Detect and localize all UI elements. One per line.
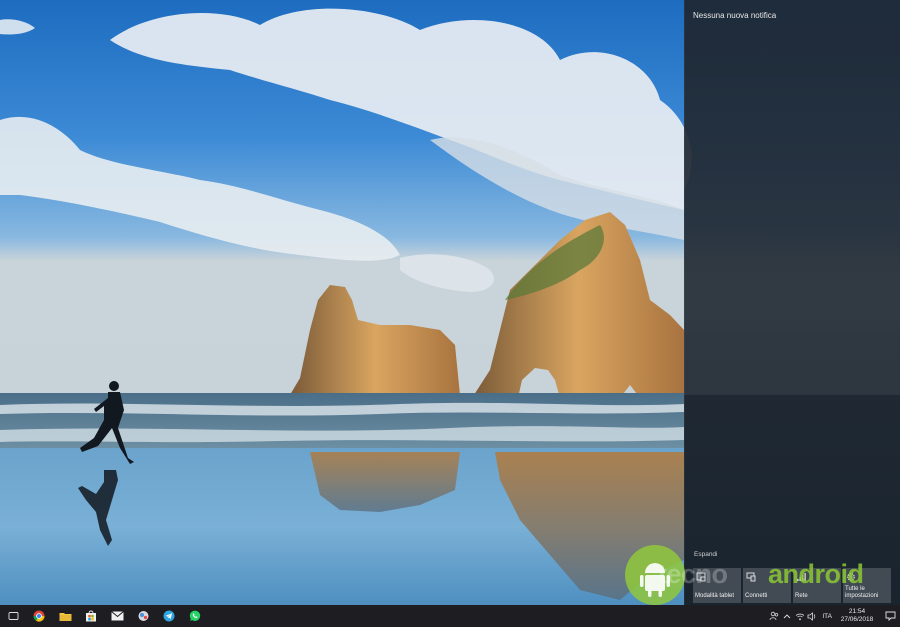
taskbar-app[interactable] — [130, 605, 156, 627]
connect-icon — [746, 572, 756, 582]
input-language[interactable]: ITA — [822, 613, 832, 620]
quick-action-tablet-mode[interactable]: Modalità tablet — [693, 568, 741, 603]
quick-action-label: Modalità tablet — [695, 593, 735, 599]
settings-icon — [847, 573, 855, 581]
tray-network-button[interactable] — [794, 605, 806, 627]
taskbar-whatsapp[interactable] — [182, 605, 208, 627]
tray-volume-button[interactable] — [806, 605, 818, 627]
tablet-mode-icon — [696, 572, 706, 582]
taskbar-file-explorer[interactable] — [52, 605, 78, 627]
taskbar-store[interactable] — [78, 605, 104, 627]
clock-date: 27/06/2018 — [840, 616, 874, 623]
taskbar: ITA 21:54 27/06/2018 — [0, 605, 900, 627]
store-icon — [86, 610, 96, 622]
network-icon — [797, 573, 806, 581]
tray-overflow-button[interactable] — [780, 605, 794, 627]
quick-action-connect[interactable]: Connetti — [743, 568, 791, 603]
clock-time: 21:54 — [848, 608, 866, 615]
taskbar-telegram[interactable] — [156, 605, 182, 627]
chrome-icon — [33, 610, 45, 622]
quick-action-label: Rete — [795, 593, 808, 599]
task-view-icon — [8, 612, 18, 620]
whatsapp-icon — [189, 610, 201, 621]
volume-icon — [807, 611, 816, 621]
clock[interactable]: 21:54 27/06/2018 — [838, 608, 876, 624]
system-tray: ITA 21:54 27/06/2018 — [768, 605, 900, 627]
quick-action-label: Connetti — [745, 593, 768, 599]
tray-people-icon[interactable] — [768, 605, 780, 627]
wifi-icon — [796, 613, 805, 620]
notification-icon — [885, 611, 895, 621]
telegram-icon — [163, 610, 175, 622]
file-explorer-icon — [59, 612, 71, 621]
app-icon — [138, 611, 148, 621]
quick-action-network[interactable]: Rete — [793, 568, 841, 603]
quick-action-all-settings[interactable]: Tutte le impostazioni — [843, 568, 891, 603]
no-notifications-label: Nessuna nuova notifica — [693, 11, 777, 20]
people-icon — [769, 611, 779, 621]
task-view-button[interactable] — [0, 605, 26, 627]
taskbar-mail[interactable] — [104, 605, 130, 627]
quick-action-label: Tutte le impostazioni — [845, 586, 879, 599]
taskbar-chrome[interactable] — [26, 605, 52, 627]
chevron-up-icon — [784, 614, 791, 619]
expand-link[interactable]: Espandi — [694, 551, 718, 558]
action-center-button[interactable] — [880, 605, 900, 627]
quick-actions: Modalità tablet Connetti Rete Tutte le i… — [693, 568, 893, 604]
mail-icon — [110, 611, 124, 621]
action-center-panel: Nessuna nuova notifica Espandi Modalità … — [684, 0, 900, 605]
